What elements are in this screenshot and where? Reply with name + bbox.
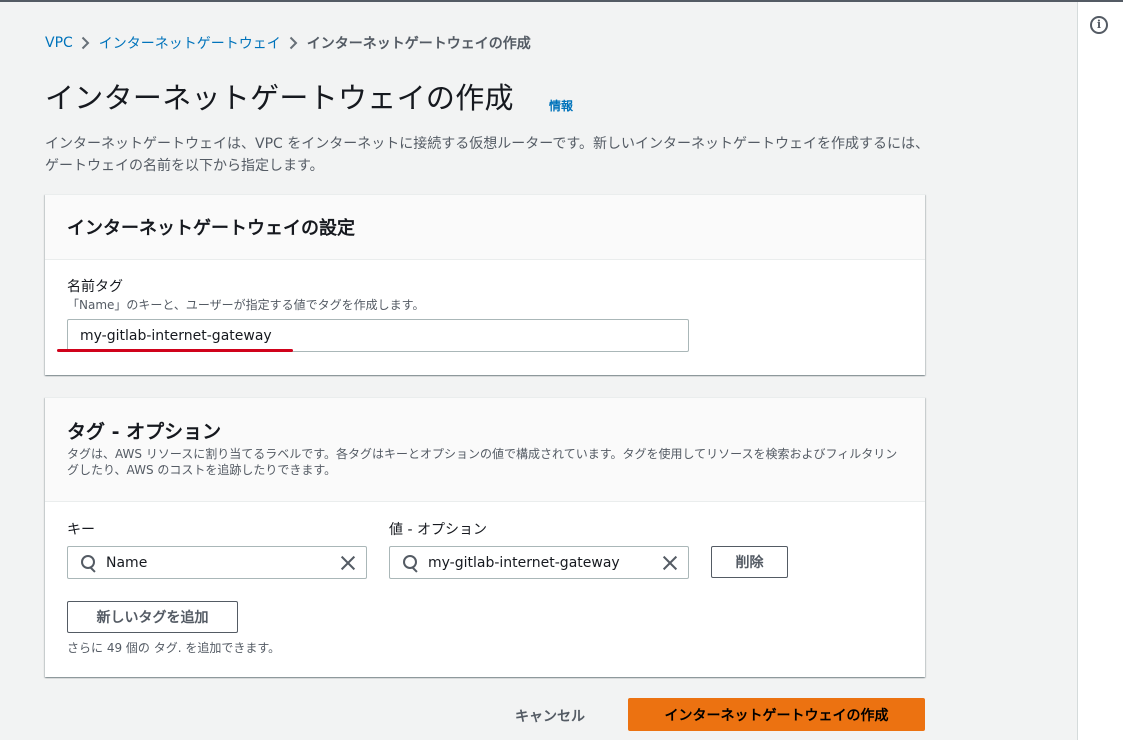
panel-title: インターネットゲートウェイの設定 xyxy=(67,218,355,239)
tags-panel: タグ - オプション タグは、AWS リソースに割り当てるラベルです。各タグはキ… xyxy=(45,397,925,677)
tag-value-input[interactable]: my-gitlab-internet-gateway xyxy=(389,546,689,579)
name-tag-input-value: my-gitlab-internet-gateway xyxy=(80,327,272,344)
page-title: インターネットゲートウェイの作成 xyxy=(45,81,514,115)
remove-tag-button[interactable]: 削除 xyxy=(711,546,788,578)
panel-header: タグ - オプション タグは、AWS リソースに割り当てるラベルです。各タグはキ… xyxy=(45,398,925,502)
search-icon xyxy=(402,554,418,573)
tag-key-value: Name xyxy=(106,554,148,571)
tag-key-input[interactable]: Name xyxy=(67,546,367,579)
tag-value-label: 値 - オプション xyxy=(389,522,487,538)
breadcrumb: VPC インターネットゲートウェイ インターネットゲートウェイの作成 xyxy=(45,33,531,53)
name-tag-input[interactable]: my-gitlab-internet-gateway xyxy=(67,319,689,352)
tag-value-value: my-gitlab-internet-gateway xyxy=(428,554,620,571)
info-icon[interactable]: i xyxy=(1090,16,1108,34)
panel-header: インターネットゲートウェイの設定 xyxy=(45,195,925,260)
help-rail: i xyxy=(1077,2,1123,740)
main-content: VPC インターネットゲートウェイ インターネットゲートウェイの作成 インターネ… xyxy=(0,2,1077,740)
add-tag-button[interactable]: 新しいタグを追加 xyxy=(67,601,238,633)
close-icon[interactable] xyxy=(661,554,679,572)
breadcrumb-internet-gateways[interactable]: インターネットゲートウェイ xyxy=(99,33,281,53)
info-link[interactable]: 情報 xyxy=(549,97,573,114)
chevron-right-icon xyxy=(73,36,99,50)
gateway-settings-panel: インターネットゲートウェイの設定 名前タグ 「Name」のキーと、ユーザーが指定… xyxy=(45,194,925,375)
breadcrumb-vpc[interactable]: VPC xyxy=(45,35,73,51)
create-gateway-button[interactable]: インターネットゲートウェイの作成 xyxy=(628,698,925,731)
chevron-right-icon xyxy=(281,36,307,50)
name-tag-help: 「Name」のキーと、ユーザーが指定する値でタグを作成します。 xyxy=(67,298,425,312)
tags-description: タグは、AWS リソースに割り当てるラベルです。各タグはキーとオプションの値で構… xyxy=(67,447,898,477)
name-tag-label: 名前タグ xyxy=(67,279,123,295)
breadcrumb-current: インターネットゲートウェイの作成 xyxy=(306,36,531,52)
tag-key-label: キー xyxy=(67,522,95,538)
cancel-button[interactable]: キャンセル xyxy=(515,706,585,726)
annotation-underline xyxy=(57,349,293,352)
close-icon[interactable] xyxy=(339,554,357,572)
page-description: インターネットゲートウェイは、VPC をインターネットに接続する仮想ルーターです… xyxy=(45,136,930,174)
search-icon xyxy=(80,554,96,573)
remaining-tags-text: さらに 49 個の タグ. を追加できます。 xyxy=(67,641,281,655)
panel-title: タグ - オプション xyxy=(67,421,222,443)
